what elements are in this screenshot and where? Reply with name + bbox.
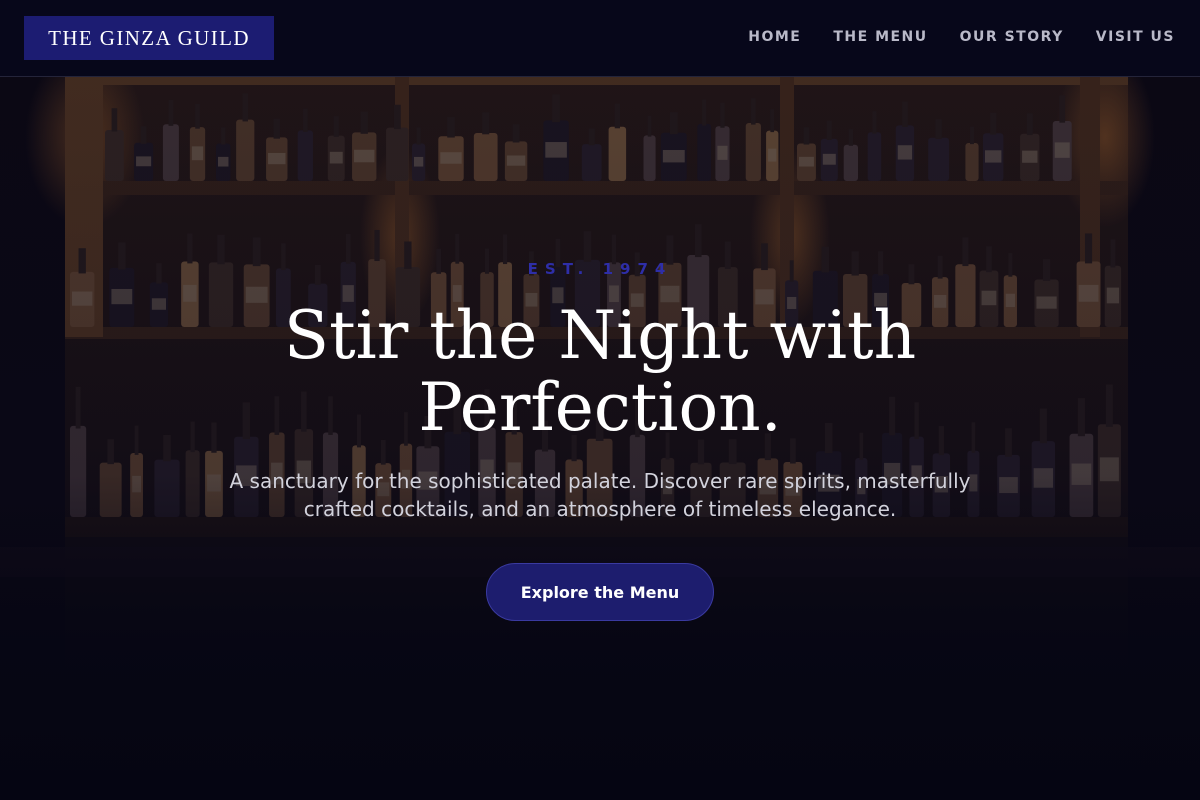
nav-our-story[interactable]: OUR STORY: [960, 29, 1064, 45]
explore-menu-button[interactable]: Explore the Menu: [486, 563, 714, 621]
hero-headline-line-2: Perfection.: [418, 369, 782, 446]
brand-name: THE GINZA GUILD: [48, 25, 250, 50]
hero-headline-line-1: Stir the Night with: [283, 297, 917, 374]
nav-visit-us[interactable]: VISIT US: [1096, 29, 1175, 45]
site-header: THE GINZA GUILD HOME THE MENU OUR STORY …: [0, 0, 1200, 77]
est-eyebrow: EST. 1974: [527, 260, 673, 278]
hero-headline: Stir the Night with Perfection.: [0, 300, 1200, 444]
nav-the-menu[interactable]: THE MENU: [833, 29, 927, 45]
brand-logo[interactable]: THE GINZA GUILD: [24, 16, 274, 60]
nav-home[interactable]: HOME: [748, 29, 801, 45]
main-nav: HOME THE MENU OUR STORY VISIT US: [748, 29, 1175, 45]
hero-subtitle: A sanctuary for the sophisticated palate…: [229, 469, 971, 521]
